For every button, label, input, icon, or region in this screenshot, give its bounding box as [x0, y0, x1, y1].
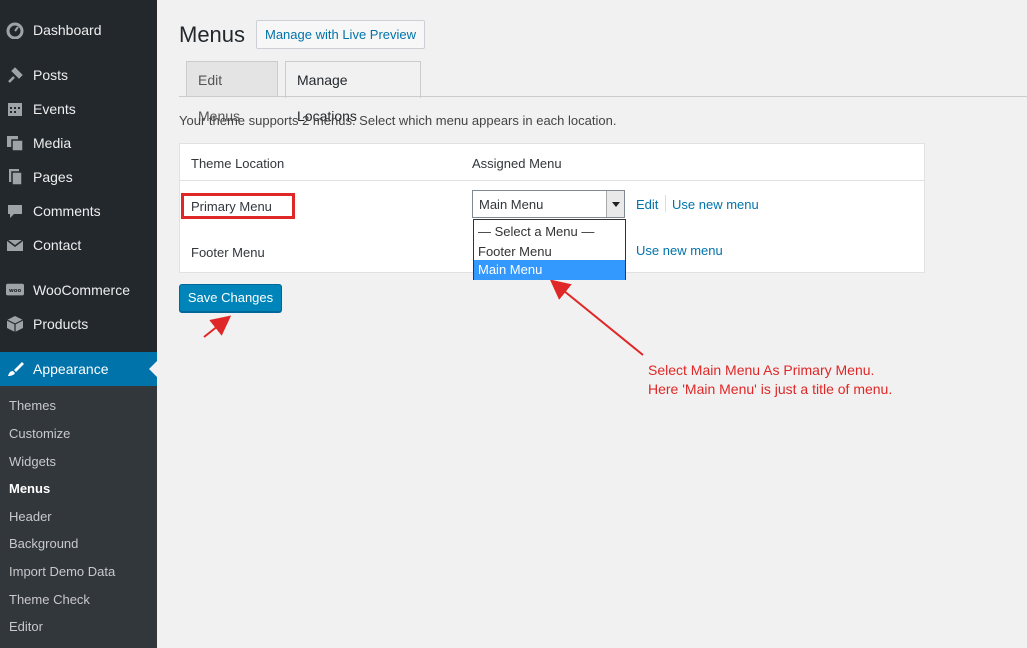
sidebar-item-media[interactable]: Media — [0, 126, 157, 160]
sidebar-item-label: Appearance — [33, 361, 109, 377]
brush-icon — [6, 360, 24, 378]
sidebar-item-woocommerce[interactable]: woo WooCommerce — [0, 273, 157, 307]
save-changes-button[interactable]: Save Changes — [179, 284, 282, 312]
media-icon — [6, 134, 24, 152]
select-value: Main Menu — [479, 197, 544, 212]
calendar-icon — [6, 100, 24, 118]
sidebar-item-appearance[interactable]: Appearance — [0, 352, 157, 386]
menu-dropdown-list: — Select a Menu — Footer Menu Main Menu — [473, 219, 626, 280]
box-icon — [6, 315, 24, 333]
pin-icon — [6, 66, 24, 84]
comment-icon — [6, 202, 24, 220]
chevron-down-icon[interactable] — [606, 191, 624, 217]
sidebar-item-pages[interactable]: Pages — [0, 160, 157, 194]
sidebar-item-events[interactable]: Events — [0, 92, 157, 126]
edit-menu-link[interactable]: Edit — [636, 197, 658, 212]
submenu-item-editor[interactable]: Editor — [9, 617, 43, 637]
header-divider — [180, 180, 924, 181]
submenu-item-themes[interactable]: Themes — [9, 396, 56, 416]
woo-icon: woo — [6, 281, 24, 299]
intro-text: Your theme supports 2 menus. Select whic… — [179, 113, 617, 128]
sidebar-item-label: Events — [33, 101, 76, 117]
row-label-footer-menu: Footer Menu — [191, 245, 265, 260]
dropdown-option-selected[interactable]: Main Menu — [474, 260, 625, 280]
sidebar-item-label: Contact — [33, 237, 82, 253]
tab-divider — [179, 96, 1027, 97]
sidebar-item-label: Posts — [33, 67, 69, 83]
dropdown-option[interactable]: — Select a Menu — — [474, 222, 625, 242]
page-title: Menus — [179, 22, 246, 47]
sidebar-item-contact[interactable]: Contact — [0, 228, 157, 262]
submenu-item-menus[interactable]: Menus — [9, 479, 50, 499]
submenu-item-theme-check[interactable]: Theme Check — [9, 590, 90, 610]
sidebar-item-comments[interactable]: Comments — [0, 194, 157, 228]
annotation-text: Select Main Menu As Primary Menu. Here '… — [648, 361, 892, 399]
sidebar-item-label: Pages — [33, 169, 73, 185]
submenu-item-customize[interactable]: Customize — [9, 424, 70, 444]
svg-text:woo: woo — [9, 288, 22, 294]
primary-menu-select[interactable]: Main Menu — [472, 190, 625, 218]
admin-sidebar: Dashboard Posts Events Media Pages Comme… — [0, 0, 157, 648]
sidebar-item-dashboard[interactable]: Dashboard — [0, 13, 157, 47]
column-header-assigned-menu: Assigned Menu — [472, 156, 562, 171]
highlight-box — [181, 193, 295, 219]
arrow-to-save-button — [203, 315, 232, 338]
use-new-menu-link-primary[interactable]: Use new menu — [672, 197, 759, 212]
sidebar-item-label: WooCommerce — [33, 282, 130, 298]
dropdown-option[interactable]: Footer Menu — [474, 242, 625, 262]
arrow-to-dropdown — [549, 279, 644, 356]
submenu-item-background[interactable]: Background — [9, 534, 78, 554]
sidebar-item-label: Dashboard — [33, 22, 102, 38]
submenu-item-widgets[interactable]: Widgets — [9, 452, 56, 472]
mail-icon — [6, 236, 24, 254]
tab-manage-locations[interactable]: Manage Locations — [285, 61, 421, 124]
link-separator — [665, 195, 666, 212]
column-header-theme-location: Theme Location — [191, 156, 285, 171]
manage-live-preview-button[interactable]: Manage with Live Preview — [256, 20, 426, 49]
dashboard-icon — [6, 21, 24, 39]
menu-locations-table: Theme Location Assigned Menu Primary Men… — [179, 143, 925, 280]
sidebar-item-label: Products — [33, 316, 89, 332]
annotation-line-2: Here 'Main Menu' is just a title of menu… — [648, 381, 893, 397]
submenu-item-header[interactable]: Header — [9, 507, 52, 527]
submenu-item-import-demo-data[interactable]: Import Demo Data — [9, 562, 115, 582]
sidebar-item-label: Media — [33, 135, 72, 151]
appearance-submenu: Themes Customize Widgets Menus Header Ba… — [0, 386, 157, 648]
sidebar-item-label: Comments — [33, 203, 101, 219]
pages-icon — [6, 168, 24, 186]
annotation-line-1: Select Main Menu As Primary Menu. — [648, 362, 875, 378]
sidebar-item-posts[interactable]: Posts — [0, 58, 157, 92]
tab-edit-menus[interactable]: Edit Menus — [186, 61, 278, 124]
sidebar-item-products[interactable]: Products — [0, 307, 157, 341]
use-new-menu-link-footer[interactable]: Use new menu — [636, 243, 723, 258]
